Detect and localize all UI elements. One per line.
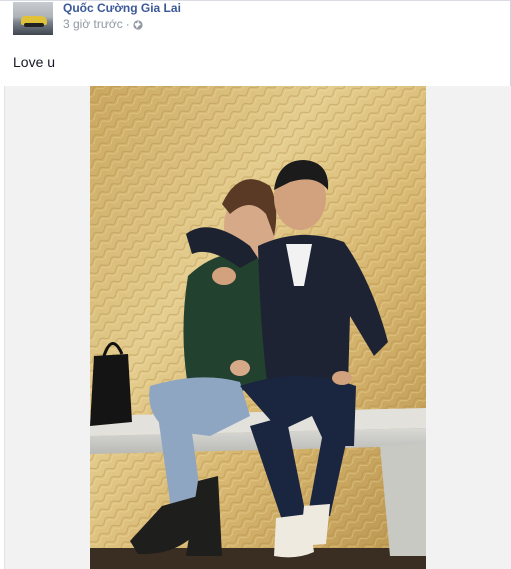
avatar-car-image [21,16,47,27]
post-photo[interactable] [90,86,426,569]
post-timestamp[interactable]: 3 giờ trước [63,17,123,31]
post-meta: 3 giờ trước · [63,17,143,31]
photo-frame [4,86,511,569]
meta-separator: · [125,17,130,31]
globe-icon[interactable] [133,19,143,30]
author-avatar[interactable] [13,2,53,35]
facebook-post: Quốc Cường Gia Lai 3 giờ trước · Love u [0,0,511,569]
author-name-link[interactable]: Quốc Cường Gia Lai [63,1,181,15]
post-text: Love u [13,54,56,70]
